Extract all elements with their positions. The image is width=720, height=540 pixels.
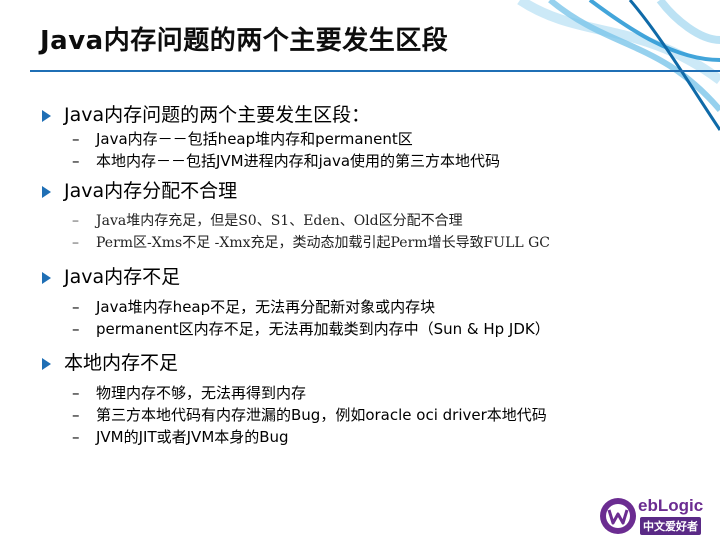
list-item-text: Perm区-Xms不足 -Xmx充足，类动态加载引起Perm增长导致FULL G… — [96, 235, 551, 251]
list-item-text: permanent区内存不足，无法再加载类到内存中（Sun & Hp JDK） — [96, 320, 550, 338]
section-heading: Java内存问题的两个主要发生区段： — [40, 102, 700, 128]
list-item-text: Java堆内存充足，但是S0、S1、Eden、Old区分配不合理 — [96, 213, 463, 229]
list-item: – Java内存－－包括heap堆内存和permanent区 — [40, 128, 700, 150]
section-heading: Java内存分配不合理 — [40, 178, 700, 204]
section-heading-text: Java内存分配不合理 — [64, 180, 238, 202]
dash-bullet: – — [72, 406, 80, 424]
dash-bullet: – — [72, 298, 80, 316]
list-item: – JVM的JIT或者JVM本身的Bug — [40, 426, 700, 448]
title-underline — [30, 70, 720, 72]
triangle-bullet-icon — [42, 110, 51, 122]
list-item-text: Java内存－－包括heap堆内存和permanent区 — [96, 130, 413, 148]
list-item: – permanent区内存不足，无法再加载类到内存中（Sun & Hp JDK… — [40, 318, 700, 340]
section-heading-text: 本地内存不足 — [64, 352, 179, 374]
dash-bullet: – — [72, 213, 79, 229]
dash-bullet: – — [72, 384, 80, 402]
slide-content: Java内存问题的两个主要发生区段： – Java内存－－包括heap堆内存和p… — [40, 102, 700, 448]
list-item-text: 本地内存－－包括JVM进程内存和java使用的第三方本地代码 — [96, 152, 501, 170]
dash-bullet: – — [72, 130, 80, 148]
slide-title: Java内存问题的两个主要发生区段 — [40, 26, 449, 56]
list-item: – Java堆内存heap不足，无法再分配新对象或内存块 — [40, 296, 700, 318]
list-item: – 第三方本地代码有内存泄漏的Bug，例如oracle oci driver本地… — [40, 404, 700, 426]
dash-bullet: – — [72, 320, 80, 338]
weblogic-logo: ebLogic 中文爱好者 — [598, 494, 718, 538]
logo-brand-text: ebLogic — [638, 496, 704, 515]
dash-bullet: – — [72, 235, 79, 251]
section-heading: 本地内存不足 — [40, 350, 700, 376]
list-item: – 本地内存－－包括JVM进程内存和java使用的第三方本地代码 — [40, 150, 700, 172]
triangle-bullet-icon — [42, 186, 51, 198]
list-item: – 物理内存不够，无法再得到内存 — [40, 382, 700, 404]
list-item: – Java堆内存充足，但是S0、S1、Eden、Old区分配不合理 — [40, 210, 700, 232]
list-item-text: JVM的JIT或者JVM本身的Bug — [96, 428, 289, 446]
triangle-bullet-icon — [42, 272, 51, 284]
list-item-text: 物理内存不够，无法再得到内存 — [96, 384, 307, 402]
section-heading-text: Java内存问题的两个主要发生区段： — [64, 104, 371, 126]
section-heading-text: Java内存不足 — [64, 266, 181, 288]
section-heading: Java内存不足 — [40, 264, 700, 290]
slide: Java内存问题的两个主要发生区段 Java内存问题的两个主要发生区段： – J… — [0, 0, 720, 540]
list-item-text: 第三方本地代码有内存泄漏的Bug，例如oracle oci driver本地代码 — [96, 406, 547, 424]
triangle-bullet-icon — [42, 358, 51, 370]
logo-subtitle: 中文爱好者 — [640, 517, 701, 535]
dash-bullet: – — [72, 152, 80, 170]
dash-bullet: – — [72, 428, 80, 446]
weblogic-logo-icon — [600, 498, 636, 534]
list-item-text: Java堆内存heap不足，无法再分配新对象或内存块 — [96, 298, 436, 316]
list-item: – Perm区-Xms不足 -Xmx充足，类动态加载引起Perm增长导致FULL… — [40, 232, 700, 254]
